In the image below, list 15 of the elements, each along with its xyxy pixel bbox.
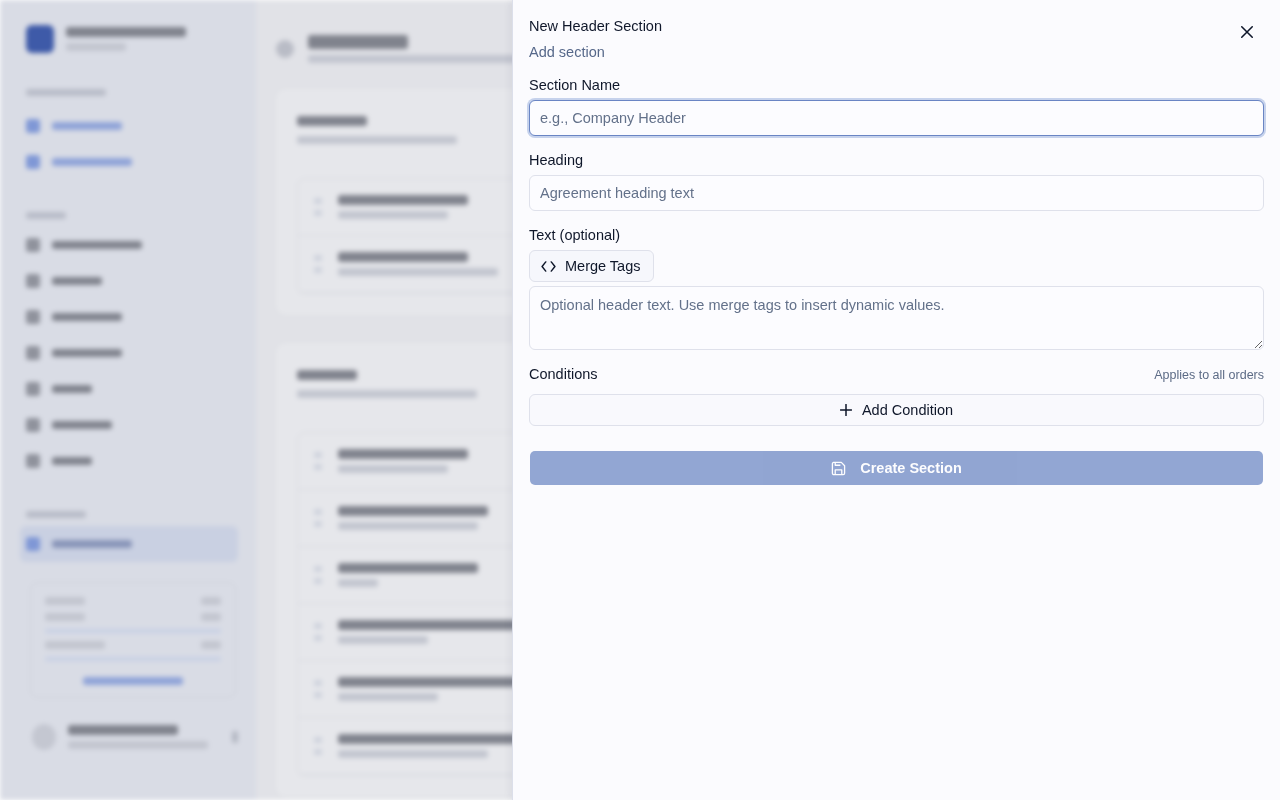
panel-title: New Header Section (529, 17, 662, 35)
merge-tags-button[interactable]: Merge Tags (529, 250, 654, 282)
text-input[interactable]: e.g., Company Header (529, 100, 1264, 136)
add-condition-button[interactable]: Add Condition (529, 394, 1264, 426)
text-area[interactable]: Optional header text. Use merge tags to insert dynamic values. (529, 286, 1264, 350)
conditions-note: Applies to all orders (1154, 367, 1264, 383)
close-icon (1240, 25, 1254, 39)
field-label: Section Name (529, 76, 621, 94)
save-icon (831, 460, 847, 476)
panel-subtitle: Add section (529, 43, 605, 61)
field-label: Heading (529, 151, 583, 169)
code-icon (541, 260, 556, 272)
field-label: Text (optional) (529, 226, 621, 244)
conditions-label: Conditions (529, 365, 598, 383)
plus-icon (839, 404, 852, 416)
